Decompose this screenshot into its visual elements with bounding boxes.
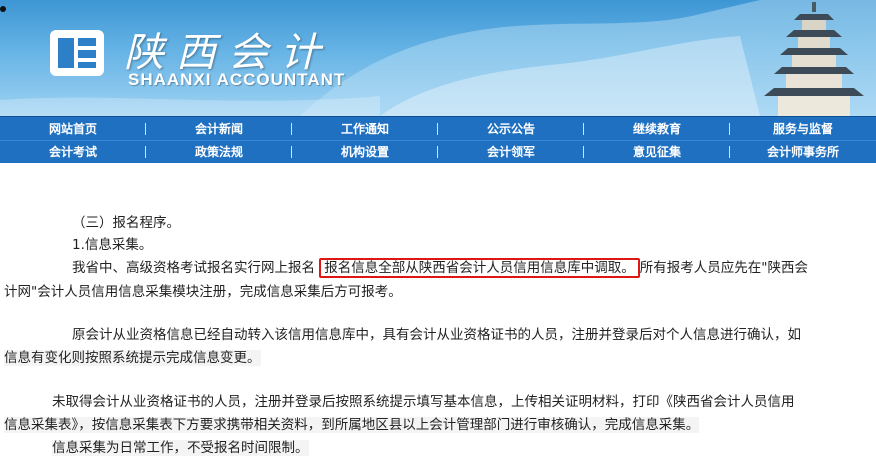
nav-item-accounting-exam[interactable]: 会计考试	[0, 141, 146, 163]
paragraph-2-line-2: 信息有变化则按照系统提示完成信息变更。	[4, 347, 261, 369]
nav-item-accounting-news[interactable]: 会计新闻	[146, 118, 292, 140]
paragraph-1-text-a: 我省中、高级资格考试报名实行网上报名	[72, 260, 315, 276]
nav-item-accounting-leaders[interactable]: 会计领军	[438, 141, 584, 163]
nav-item-accounting-firms[interactable]: 会计师事务所	[730, 141, 876, 163]
pagoda-icon	[764, 2, 864, 116]
nav-row-2: 会计考试 政策法规 机构设置 会计领军 意见征集 会计师事务所	[0, 141, 876, 163]
site-banner: 陕西会计 SHAANXI ACCOUNTANT	[0, 0, 876, 116]
nav-item-policies-regulations[interactable]: 政策法规	[146, 141, 292, 163]
paragraph-3-line-2: 信息采集表》，按信息采集表下方要求携带相关资料，到所属地区县以上会计管理部门进行…	[4, 414, 700, 436]
paragraph-3-line-2-text: 信息采集表》，按信息采集表下方要求携带相关资料，到所属地区县以上会计管理部门进行…	[4, 417, 700, 433]
item-heading: 1.信息采集。	[72, 237, 153, 253]
paragraph-4-line-1: 信息采集为日常工作，不受报名时间限制。	[52, 437, 309, 459]
nav-row-1: 网站首页 会计新闻 工作通知 公示公告 继续教育 服务与监督	[0, 118, 876, 140]
main-navigation: 网站首页 会计新闻 工作通知 公示公告 继续教育 服务与监督 会计考试 政策法规…	[0, 116, 876, 163]
nav-item-work-notices[interactable]: 工作通知	[292, 118, 438, 140]
paragraph-1-text-b: 所有报考人员应先在"陕西会	[639, 260, 809, 276]
nav-item-continuing-education[interactable]: 继续教育	[584, 118, 730, 140]
paragraph-3-line-1: 未取得会计从业资格证书的人员，注册并登录后按照系统提示填写基本信息，上传相关证明…	[52, 394, 795, 410]
nav-item-announcements[interactable]: 公示公告	[438, 118, 584, 140]
paragraph-2-line-1: 原会计从业资格信息已经自动转入该信用信息库中，具有会计从业资格证书的人员，注册并…	[72, 327, 801, 343]
nav-item-feedback[interactable]: 意见征集	[584, 141, 730, 163]
paragraph-1-line-2: 计网"会计人员信用信息采集模块注册，完成信息采集后方可报考。	[4, 284, 402, 300]
highlighted-notice: 报名信息全部从陕西省会计人员信用信息库中调取。	[319, 258, 640, 278]
nav-item-home[interactable]: 网站首页	[0, 118, 146, 140]
paragraph-1-line-1: 我省中、高级资格考试报名实行网上报名 报名信息全部从陕西省会计人员信用信息库中调…	[72, 257, 808, 279]
section-heading: （三）报名程序。	[72, 215, 180, 231]
nav-item-service-supervision[interactable]: 服务与监督	[730, 118, 876, 140]
paragraph-2-line-2-text: 信息有变化则按照系统提示完成信息变更。	[4, 350, 261, 366]
shaanxi-accountant-logo-icon[interactable]	[48, 24, 106, 82]
nav-item-organization[interactable]: 机构设置	[292, 141, 438, 163]
corner-dot	[0, 6, 6, 12]
site-subtitle: SHAANXI ACCOUNTANT	[128, 70, 346, 89]
